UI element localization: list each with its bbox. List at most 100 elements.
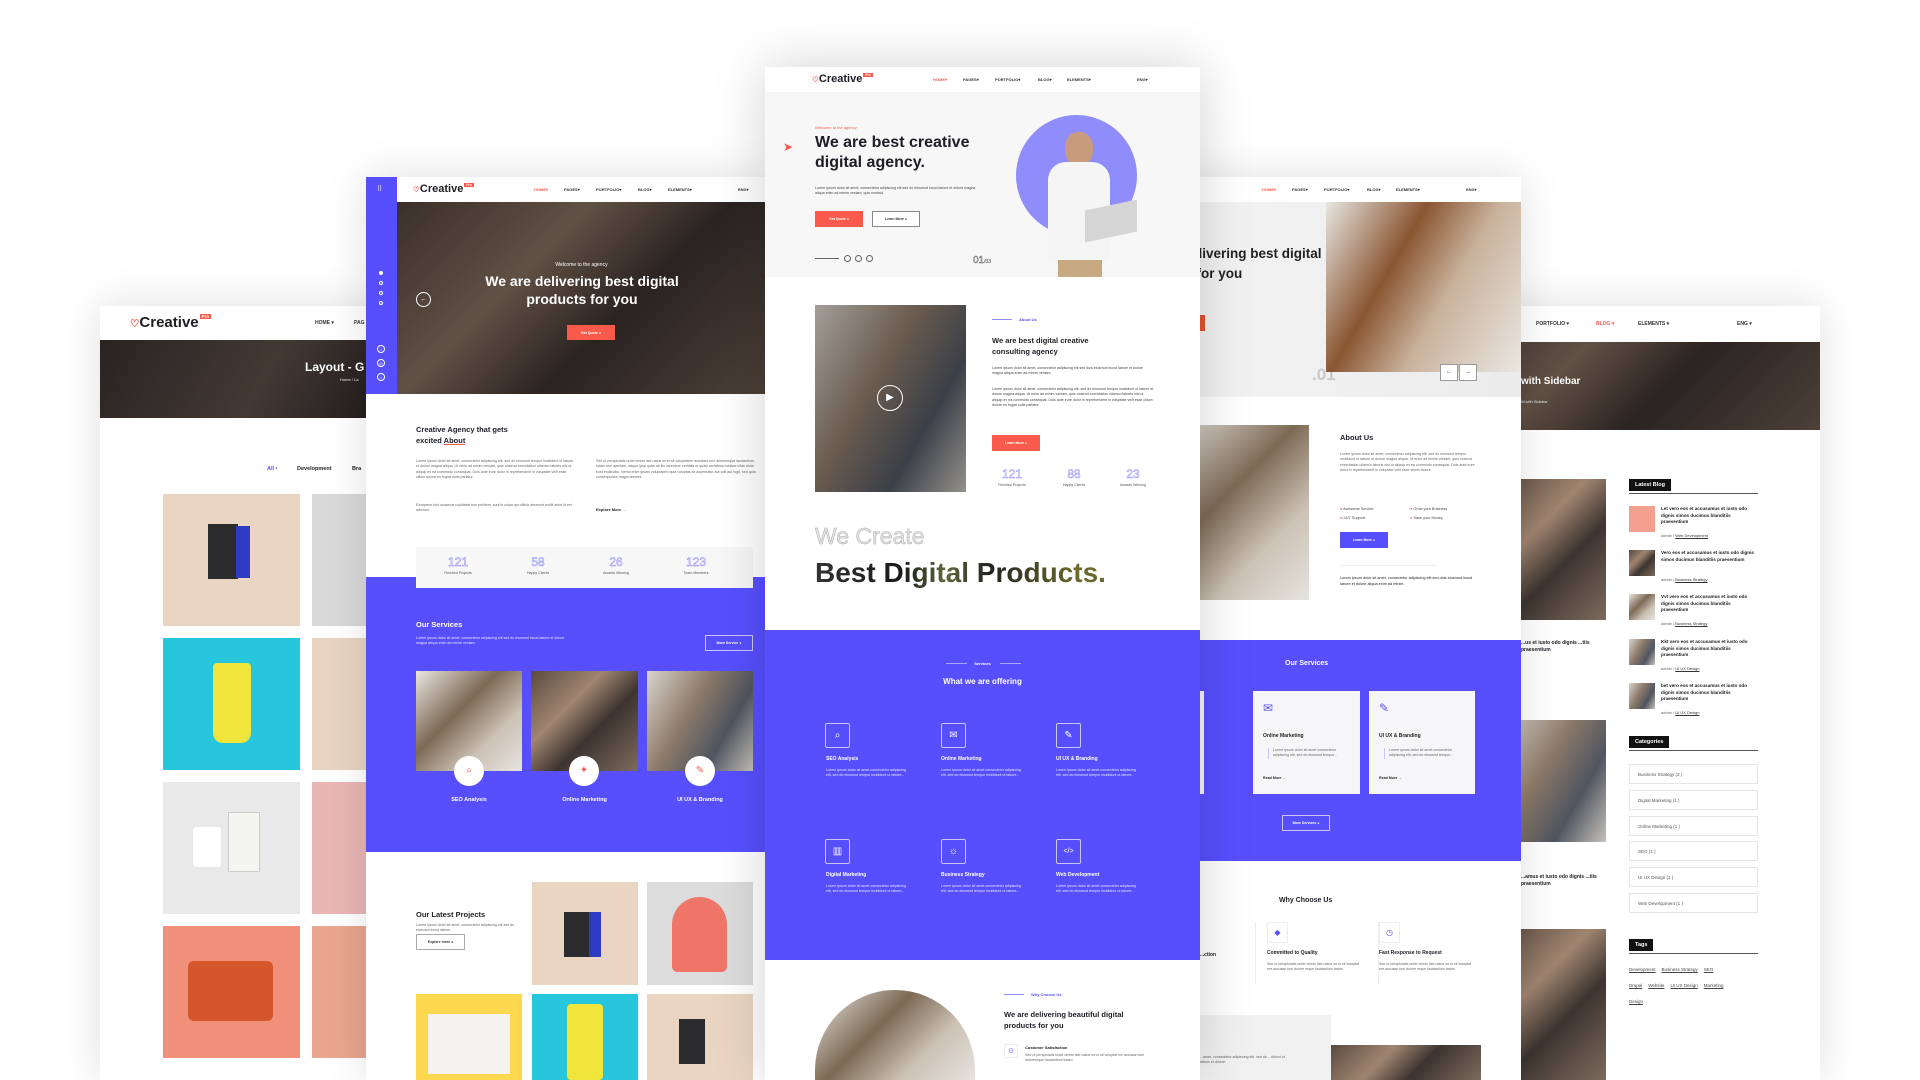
- category-item[interactable]: SEO (1 ): [1629, 841, 1758, 861]
- project-tile[interactable]: [647, 994, 753, 1080]
- blog-list-item[interactable]: Let vero eos et accusamus et iusto odo d…: [1629, 506, 1759, 546]
- category-item[interactable]: UI UX Design (2 ): [1629, 867, 1758, 887]
- nav-portfolio[interactable]: PORTFOLIO▾: [596, 187, 621, 192]
- service-title[interactable]: Digital Marketing: [826, 872, 866, 878]
- nav-portfolio[interactable]: PORTFOLIO▾: [1324, 187, 1349, 192]
- service-title[interactable]: Online Marketing: [941, 756, 982, 762]
- tag[interactable]: SEO: [1704, 967, 1714, 972]
- tag[interactable]: UI UX Design: [1670, 983, 1697, 988]
- grid-menu-icon[interactable]: ⠿: [377, 185, 382, 193]
- nav-portfolio[interactable]: PORTFOLIO▾: [995, 77, 1020, 82]
- nav-pages[interactable]: PAGES▾: [1292, 187, 1308, 192]
- project-tile[interactable]: [532, 882, 638, 985]
- service-title[interactable]: Business Strategy: [941, 872, 985, 878]
- get-quote-button[interactable]: Get Quote ●: [567, 325, 615, 340]
- slide-dot[interactable]: [379, 301, 383, 305]
- get-quote-button[interactable]: Get Quote ●: [815, 211, 863, 227]
- slide-dot[interactable]: [379, 281, 383, 285]
- read-more-link[interactable]: Read More →: [1379, 776, 1402, 780]
- service-title[interactable]: SEO Analysis: [826, 756, 858, 762]
- filter-development[interactable]: Development: [297, 466, 332, 472]
- nav-home[interactable]: HOME▾: [933, 77, 947, 82]
- blog-list-item[interactable]: Vero eos et accusamus et iusto odo digni…: [1629, 550, 1759, 590]
- read-more-link[interactable]: Read More →: [1263, 776, 1286, 780]
- nav-elements[interactable]: ELEMENTS▾: [1067, 77, 1091, 82]
- post-title[interactable]: Kkt vero eos et accusamus et iusto odo d…: [1661, 639, 1759, 659]
- nav-home[interactable]: HOME▾: [534, 187, 548, 192]
- service-title[interactable]: Web Development: [1056, 872, 1099, 878]
- more-services-button[interactable]: More Services ●: [1282, 815, 1330, 831]
- tag[interactable]: Website: [1648, 983, 1664, 988]
- play-button[interactable]: ▶: [877, 385, 903, 411]
- learn-more-button[interactable]: Learn More ●: [872, 211, 920, 227]
- facebook-icon[interactable]: f: [377, 345, 385, 353]
- project-tile[interactable]: [163, 494, 300, 626]
- explore-more-link[interactable]: Explore More →: [596, 507, 626, 512]
- nav-pages[interactable]: PAGES▾: [963, 77, 979, 82]
- category-item[interactable]: Online Marketing (1 ): [1629, 816, 1758, 836]
- tag[interactable]: Design: [1629, 999, 1643, 1004]
- project-tile[interactable]: [163, 782, 300, 914]
- learn-more-button[interactable]: Learn More ●: [992, 435, 1040, 451]
- category-item[interactable]: Business Strategy (3 ): [1629, 764, 1758, 784]
- logo[interactable]: ♡Creative Pro: [413, 183, 474, 195]
- nav-elements[interactable]: ELEMENTS▾: [668, 187, 692, 192]
- instagram-icon[interactable]: ◎: [377, 359, 385, 367]
- post-title[interactable]: Vero eos et accusamus et iusto odo digni…: [1661, 550, 1759, 563]
- filter-branding[interactable]: Bra: [352, 466, 361, 472]
- tag[interactable]: Marketing: [1704, 983, 1724, 988]
- project-tile[interactable]: [416, 994, 522, 1080]
- service-title[interactable]: UI UX & Branding: [1056, 756, 1098, 762]
- service-label[interactable]: UI UX & Branding: [647, 797, 753, 803]
- project-tile[interactable]: [532, 994, 638, 1080]
- tag[interactable]: Business Strategy: [1662, 967, 1698, 972]
- nav-blog[interactable]: BLOG ▾: [1596, 321, 1614, 327]
- next-arrow-button[interactable]: →: [1459, 364, 1477, 381]
- nav-pages[interactable]: PAG: [354, 320, 364, 326]
- blog-list-item[interactable]: bet vero eos et accusamus et iusto odo d…: [1629, 683, 1759, 723]
- nav-blog[interactable]: BLOG▾: [638, 187, 652, 192]
- service-card[interactable]: ✎ UI UX & Branding Lorem ipsum dolor sit…: [1369, 691, 1475, 794]
- nav-language[interactable]: ENG▾: [738, 187, 749, 192]
- service-label[interactable]: Online Marketing: [531, 797, 638, 803]
- nav-language[interactable]: ENG ▾: [1737, 321, 1752, 327]
- nav-blog[interactable]: BLOG▾: [1038, 77, 1052, 82]
- nav-pages[interactable]: PAGES▾: [564, 187, 580, 192]
- category-item[interactable]: Web Development (1 ): [1629, 893, 1758, 913]
- post-title[interactable]: ...us et iusto odo dignis ...tiis praese…: [1521, 640, 1601, 654]
- learn-more-button[interactable]: Learn More ●: [1340, 532, 1388, 548]
- nav-language[interactable]: ENG▾: [1466, 187, 1477, 192]
- twitter-icon[interactable]: t: [377, 373, 385, 381]
- service-label[interactable]: SEO Analysis: [416, 797, 522, 803]
- nav-home[interactable]: HOME▾: [1262, 187, 1276, 192]
- nav-elements[interactable]: ELEMENTS ▾: [1638, 321, 1669, 327]
- post-title[interactable]: bet vero eos et accusamus et iusto odo d…: [1661, 683, 1759, 703]
- slide-dot[interactable]: [379, 271, 383, 275]
- prev-arrow-button[interactable]: ←: [1440, 364, 1458, 381]
- logo[interactable]: ♡Creative Pro: [130, 314, 212, 331]
- post-title[interactable]: Let vero eos et accusamus et iusto odo d…: [1661, 506, 1759, 526]
- category-item[interactable]: Digital Marketing (1 ): [1629, 790, 1758, 810]
- tag[interactable]: Drupal: [1629, 983, 1642, 988]
- project-tile[interactable]: [647, 882, 753, 985]
- blog-list-item[interactable]: Kkt vero eos et accusamus et iusto odo d…: [1629, 639, 1759, 679]
- instagram-icon[interactable]: [866, 255, 873, 262]
- prev-arrow-icon[interactable]: ←: [416, 292, 431, 307]
- service-card[interactable]: ✉ Online Marketing Lorem ipsum dolor sit…: [1253, 691, 1360, 794]
- logo[interactable]: ♡Creative Pro: [812, 73, 873, 85]
- explore-more-button[interactable]: Explore more ●: [416, 934, 465, 950]
- nav-home[interactable]: HOME ▾: [315, 320, 334, 326]
- blog-list-item[interactable]: Vvt vero eos et accusamus et iusto odo d…: [1629, 594, 1759, 634]
- nav-elements[interactable]: ELEMENTS▾: [1396, 187, 1420, 192]
- nav-language[interactable]: ENG▾: [1137, 77, 1148, 82]
- post-title[interactable]: ...amus et iusto odo dignis ...tiis prae…: [1521, 874, 1603, 888]
- slide-dot[interactable]: [379, 291, 383, 295]
- twitter-icon[interactable]: [855, 255, 862, 262]
- nav-portfolio[interactable]: PORTFOLIO ▾: [1536, 321, 1569, 327]
- facebook-icon[interactable]: [844, 255, 851, 262]
- project-tile[interactable]: [163, 926, 300, 1058]
- post-title[interactable]: Vvt vero eos et accusamus et iusto odo d…: [1661, 594, 1759, 614]
- nav-blog[interactable]: BLOG▾: [1367, 187, 1381, 192]
- project-tile[interactable]: [163, 638, 300, 770]
- tag[interactable]: Development: [1629, 967, 1656, 972]
